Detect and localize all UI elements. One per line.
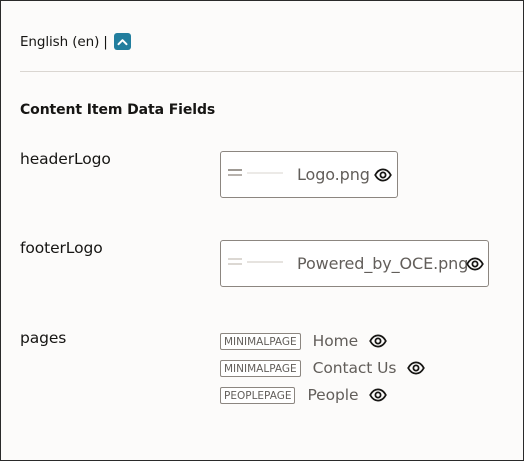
eye-icon[interactable] [374, 168, 392, 182]
page-name: Contact Us [312, 359, 397, 377]
eye-icon[interactable] [369, 388, 388, 402]
page-name: People [307, 386, 359, 404]
field-label-footer-logo: footerLogo [20, 239, 103, 257]
footer-logo-file-name: Powered_by_OCE.png [297, 254, 469, 273]
collapse-button[interactable] [114, 33, 131, 50]
language-separator: | [103, 34, 108, 50]
page-item[interactable]: MINIMALPAGE Contact Us [220, 358, 426, 378]
field-label-pages: pages [20, 329, 67, 347]
header-logo-file-name: Logo.png [297, 165, 370, 184]
content-item-panel: English (en) | Content Item Data Fields … [0, 0, 524, 461]
language-label: English (en) [20, 34, 100, 50]
page-type-badge: MINIMALPAGE [220, 359, 301, 377]
section-title: Content Item Data Fields [20, 102, 216, 118]
header-logo-asset[interactable]: Logo.png [220, 151, 398, 198]
page-item[interactable]: PEOPLEPAGE People [220, 385, 388, 405]
language-row: English (en) | [20, 31, 108, 53]
page-type-badge: PEOPLEPAGE [220, 386, 296, 404]
footer-logo-thumbnail [227, 256, 287, 272]
footer-logo-asset[interactable]: Powered_by_OCE.png [220, 240, 489, 287]
page-item[interactable]: MINIMALPAGE Home [220, 331, 387, 351]
eye-icon[interactable] [466, 257, 484, 271]
divider [20, 71, 523, 72]
header-logo-thumbnail [227, 167, 287, 183]
field-label-header-logo: headerLogo [20, 150, 111, 168]
page-type-badge: MINIMALPAGE [220, 332, 301, 350]
eye-icon[interactable] [407, 361, 426, 375]
eye-icon[interactable] [369, 334, 387, 348]
page-name: Home [312, 332, 359, 350]
chevron-up-icon [117, 38, 128, 45]
